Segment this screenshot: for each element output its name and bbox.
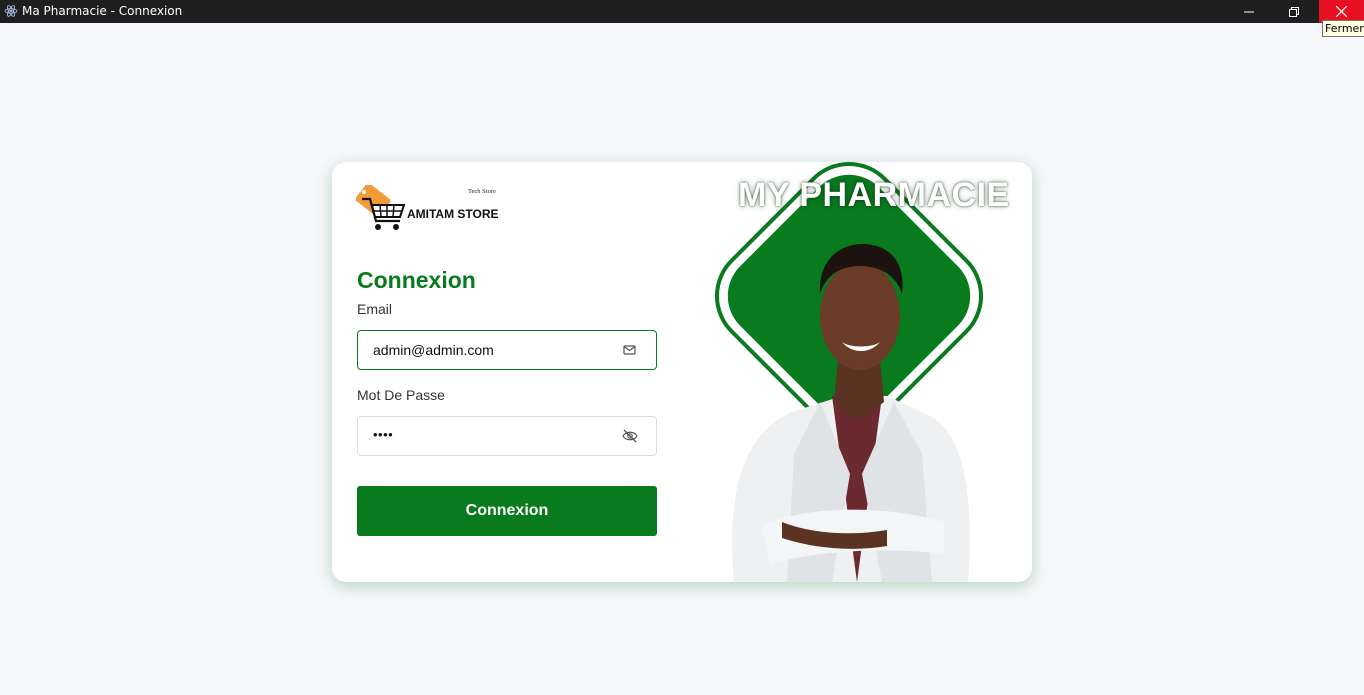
- login-button[interactable]: Connexion: [357, 486, 657, 536]
- email-label: Email: [357, 301, 393, 317]
- password-value: ••••: [373, 427, 394, 442]
- electron-icon: [4, 5, 18, 17]
- shopping-cart-icon: [356, 185, 406, 230]
- password-field[interactable]: ••••: [357, 416, 657, 456]
- close-icon: [1336, 6, 1347, 17]
- close-tooltip: Fermer: [1322, 20, 1364, 37]
- store-logo: Tech Store AMITAM STORE: [356, 185, 508, 233]
- login-heading: Connexion: [357, 267, 476, 293]
- maximize-button[interactable]: [1271, 0, 1316, 23]
- email-value: admin@admin.com: [373, 342, 494, 358]
- minimize-button[interactable]: [1226, 0, 1271, 23]
- mail-icon: [623, 345, 636, 355]
- logo-tagline: Tech Store: [468, 188, 496, 195]
- restore-icon: [1288, 6, 1299, 17]
- login-card: Tech Store AMITAM STORE Connexion Email …: [332, 161, 1032, 582]
- window-title: Ma Pharmacie - Connexion: [22, 4, 183, 18]
- email-field[interactable]: admin@admin.com: [357, 330, 657, 370]
- minimize-icon: [1243, 11, 1254, 12]
- window-titlebar: Ma Pharmacie - Connexion: [0, 0, 1364, 23]
- logo-brand: AMITAM STORE: [407, 207, 499, 221]
- hero-title: MY PHARMACIE: [738, 176, 1010, 214]
- password-label: Mot De Passe: [357, 387, 445, 403]
- eye-off-icon[interactable]: [622, 429, 638, 443]
